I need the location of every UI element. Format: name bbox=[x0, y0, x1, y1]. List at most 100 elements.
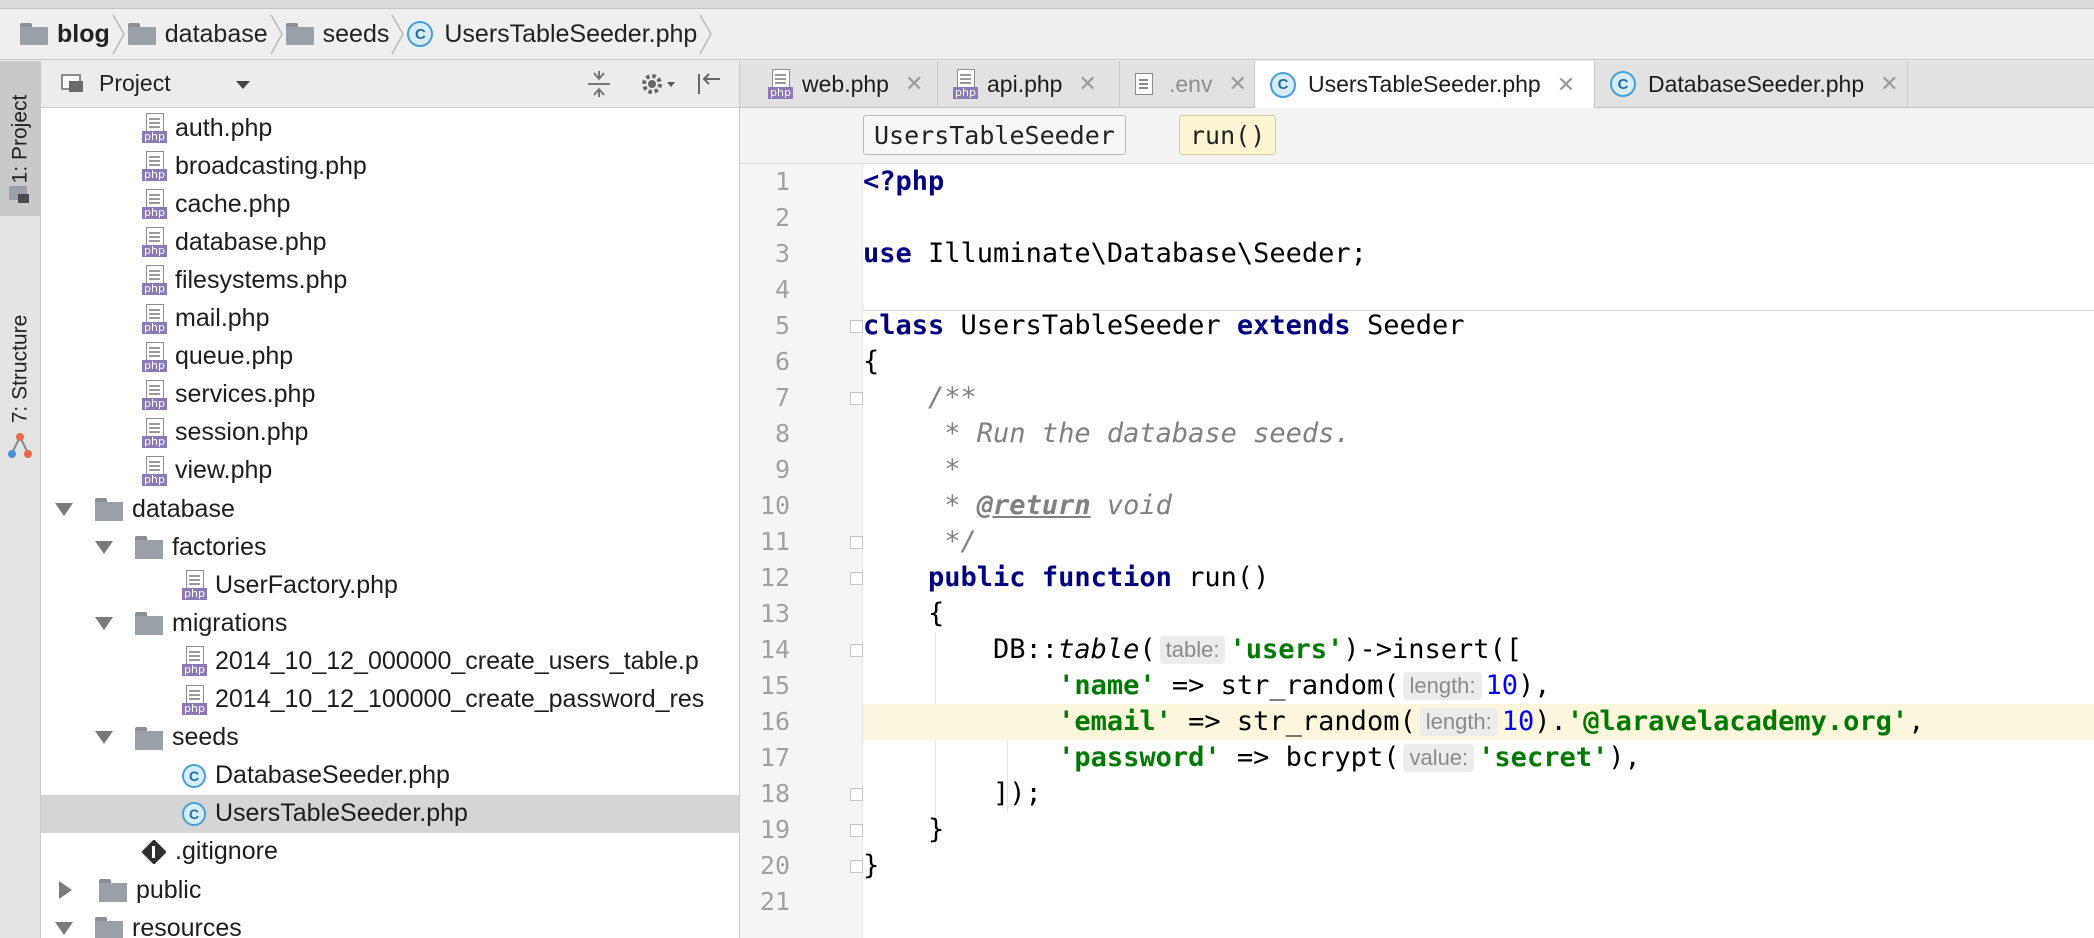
chevron-right-icon bbox=[389, 9, 407, 60]
fold-marker-icon[interactable] bbox=[850, 320, 863, 333]
code-breadcrumb: UsersTableSeeder run() bbox=[740, 108, 2094, 164]
folder-icon bbox=[99, 879, 127, 902]
php-file-icon: php bbox=[142, 455, 168, 486]
tree-file[interactable]: C UsersTableSeeder.php bbox=[41, 794, 739, 833]
fold-marker-icon[interactable] bbox=[850, 824, 863, 837]
collapse-arrow-icon[interactable] bbox=[95, 731, 113, 745]
tree-folder[interactable]: factories bbox=[41, 528, 739, 566]
breadcrumb-item-seeds[interactable]: seeds bbox=[285, 9, 390, 60]
tree-folder[interactable]: migrations bbox=[41, 604, 739, 642]
tree-file[interactable]: php cache.php bbox=[41, 185, 739, 223]
tab-database-seeder[interactable]: C DatabaseSeeder.php ✕ bbox=[1595, 61, 1908, 107]
tree-file[interactable]: php UserFactory.php bbox=[41, 566, 739, 604]
text-file-icon bbox=[1135, 73, 1153, 95]
fold-marker-icon[interactable] bbox=[850, 392, 863, 405]
code-breadcrumb-method[interactable]: run() bbox=[1179, 115, 1277, 155]
tree-item-label: resources bbox=[132, 913, 242, 938]
tab-label: DatabaseSeeder.php bbox=[1648, 70, 1865, 97]
line-number: 15 bbox=[759, 671, 790, 700]
gear-icon[interactable] bbox=[639, 70, 679, 98]
tree-item-label: UserFactory.php bbox=[215, 570, 398, 599]
class-icon: C bbox=[407, 21, 434, 47]
line-number: 2 bbox=[774, 203, 790, 232]
fold-marker-icon[interactable] bbox=[850, 644, 863, 657]
expand-arrow-icon[interactable] bbox=[59, 881, 72, 899]
tab-label: .env bbox=[1169, 70, 1213, 97]
line-number: 7 bbox=[774, 383, 790, 412]
code-breadcrumb-class[interactable]: UsersTableSeeder bbox=[863, 115, 1126, 155]
close-icon[interactable]: ✕ bbox=[1228, 71, 1246, 97]
tree-folder[interactable]: seeds bbox=[41, 719, 739, 757]
close-icon[interactable]: ✕ bbox=[1078, 71, 1096, 97]
code-line: /** bbox=[863, 382, 977, 413]
line-number: 6 bbox=[774, 347, 790, 376]
tool-tab-label: 7: Structure bbox=[8, 314, 31, 423]
tree-folder[interactable]: public bbox=[41, 871, 739, 909]
project-window-icon bbox=[9, 186, 31, 206]
collapse-arrow-icon[interactable] bbox=[95, 540, 113, 554]
tree-file[interactable]: php database.php bbox=[41, 223, 739, 261]
code-editor[interactable]: <?php use Illuminate\Database\Seeder; cl… bbox=[863, 164, 2094, 938]
breadcrumb-item-blog[interactable]: blog bbox=[20, 9, 110, 60]
close-icon[interactable]: ✕ bbox=[1557, 72, 1575, 98]
fold-marker-icon[interactable] bbox=[850, 572, 863, 585]
php-file-icon: php bbox=[182, 684, 208, 715]
tree-file[interactable]: php filesystems.php bbox=[41, 261, 739, 299]
close-icon[interactable]: ✕ bbox=[905, 71, 923, 97]
code-line: DB::table(table:'users')->insert([ bbox=[863, 634, 1523, 665]
tree-folder[interactable]: resources bbox=[41, 909, 739, 938]
tree-file[interactable]: php 2014_10_12_000000_create_users_table.… bbox=[41, 642, 739, 680]
fold-marker-icon[interactable] bbox=[850, 860, 863, 873]
tree-item-label: database.php bbox=[175, 227, 327, 256]
tree-item-label: DatabaseSeeder.php bbox=[215, 761, 450, 790]
code-line: 'password' => bcrypt(value:'secret'), bbox=[1058, 742, 1641, 773]
tab-env[interactable]: .env ✕ bbox=[1120, 61, 1255, 107]
tree-item-label: migrations bbox=[172, 608, 288, 637]
tree-file[interactable]: php auth.php bbox=[41, 109, 739, 147]
collapse-arrow-icon[interactable] bbox=[55, 921, 73, 935]
line-number: 5 bbox=[774, 311, 790, 340]
code-line: { bbox=[863, 598, 945, 629]
tab-label: api.php bbox=[987, 70, 1063, 97]
fold-marker-icon[interactable] bbox=[850, 788, 863, 801]
tree-file[interactable]: php broadcasting.php bbox=[41, 147, 739, 185]
tree-file[interactable]: php queue.php bbox=[41, 338, 739, 376]
tree-item-label: services.php bbox=[175, 380, 316, 409]
tree-file[interactable]: php 2014_10_12_100000_create_password_res bbox=[41, 681, 739, 719]
close-icon[interactable]: ✕ bbox=[1880, 71, 1898, 97]
code-line: use Illuminate\Database\Seeder; bbox=[863, 238, 1367, 269]
tree-file[interactable]: php session.php bbox=[41, 414, 739, 452]
breadcrumb-item-database[interactable]: database bbox=[127, 9, 268, 60]
tree-file[interactable]: .gitignore bbox=[41, 833, 739, 871]
collapse-arrow-icon[interactable] bbox=[55, 502, 73, 516]
collapse-all-icon[interactable] bbox=[584, 70, 614, 98]
php-file-icon: php bbox=[182, 570, 208, 601]
collapse-arrow-icon[interactable] bbox=[95, 616, 113, 630]
tab-web-php[interactable]: php web.php ✕ bbox=[753, 61, 938, 107]
breadcrumb-label: seeds bbox=[322, 19, 390, 48]
project-view-selector[interactable]: Project bbox=[99, 70, 171, 97]
tree-file[interactable]: php mail.php bbox=[41, 300, 739, 338]
fold-marker-icon[interactable] bbox=[850, 536, 863, 549]
tree-item-label: view.php bbox=[175, 456, 273, 485]
code-line: * bbox=[863, 454, 961, 485]
tree-folder[interactable]: database bbox=[41, 490, 739, 528]
tab-api-php[interactable]: php api.php ✕ bbox=[938, 61, 1120, 107]
tree-file[interactable]: php services.php bbox=[41, 376, 739, 414]
code-line: * Run the database seeds. bbox=[863, 418, 1351, 449]
tab-users-table-seeder[interactable]: C UsersTableSeeder.php ✕ bbox=[1255, 61, 1595, 108]
tool-tab-structure[interactable]: 7: Structure bbox=[0, 286, 40, 451]
tree-item-label: 2014_10_12_100000_create_password_res bbox=[215, 685, 705, 713]
code-line: } bbox=[863, 850, 880, 881]
php-file-icon: php bbox=[142, 417, 168, 448]
tree-file[interactable]: C DatabaseSeeder.php bbox=[41, 757, 739, 795]
tree-item-label: public bbox=[136, 875, 202, 904]
tree-file[interactable]: php view.php bbox=[41, 452, 739, 490]
folder-icon bbox=[135, 726, 163, 750]
hide-panel-icon[interactable] bbox=[694, 70, 724, 98]
chevron-down-icon[interactable] bbox=[236, 81, 250, 89]
line-number: 9 bbox=[774, 455, 790, 484]
breadcrumb-item-file[interactable]: C UsersTableSeeder.php bbox=[407, 9, 697, 60]
line-number: 20 bbox=[759, 851, 790, 880]
line-number: 3 bbox=[774, 239, 790, 268]
